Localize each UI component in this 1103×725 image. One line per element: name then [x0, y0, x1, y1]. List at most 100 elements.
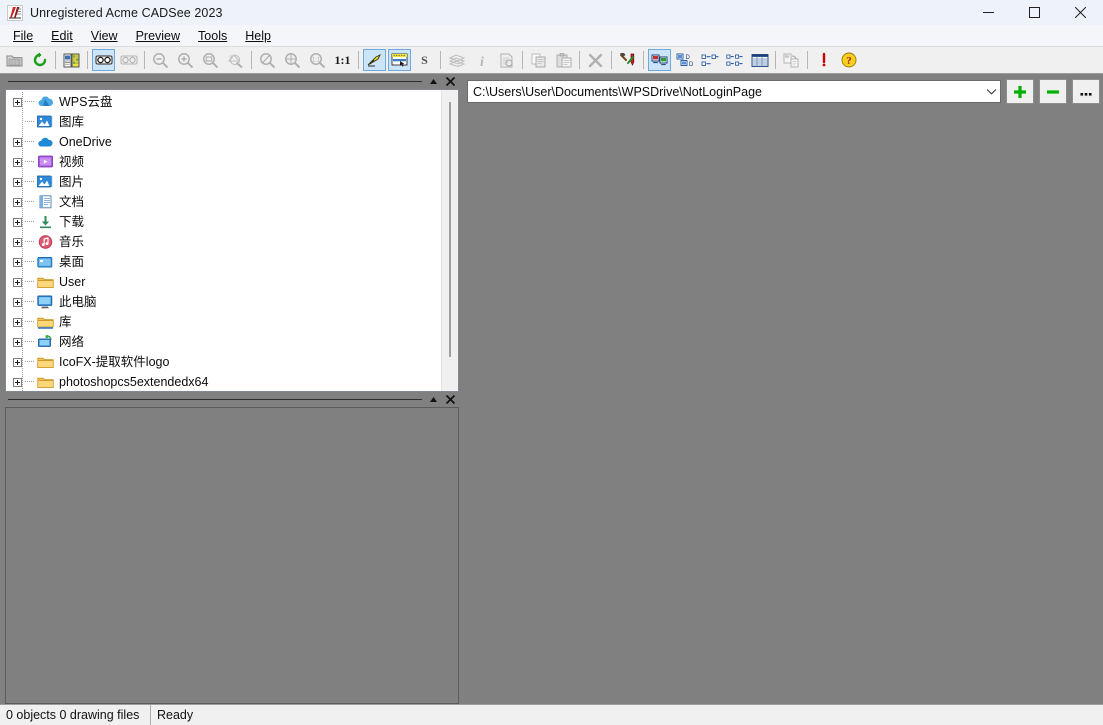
preview-panel-caption[interactable]	[0, 392, 462, 407]
thumbnail-grid-icon[interactable]	[60, 49, 83, 71]
zoom-all-icon[interactable]	[281, 49, 304, 71]
menu-edit[interactable]: Edit	[42, 27, 82, 45]
menu-view[interactable]: View	[82, 27, 127, 45]
info-italic-i-icon[interactable]: i	[470, 49, 493, 71]
close-x-icon[interactable]	[443, 75, 457, 89]
tree-item-music[interactable]: 音乐	[6, 232, 441, 252]
zoom-window-icon[interactable]	[199, 49, 222, 71]
close-x-icon[interactable]	[443, 393, 457, 407]
paste-icon[interactable]	[552, 49, 575, 71]
letter-stack-icon[interactable]: D D	[673, 49, 696, 71]
toolbar-separator	[775, 51, 776, 69]
tree-item-downloads[interactable]: 下载	[6, 212, 441, 232]
pan-hand-icon[interactable]	[363, 49, 386, 71]
tree-item-network[interactable]: 网络	[6, 332, 441, 352]
tree-item-gallery[interactable]: 图库	[6, 112, 441, 132]
tree-connector	[25, 232, 36, 252]
menu-help[interactable]: Help	[236, 27, 280, 45]
one-to-one-icon[interactable]: 1:1	[331, 49, 354, 71]
layers-icon[interactable]	[445, 49, 468, 71]
toolbar-separator	[55, 51, 56, 69]
tree-connector	[25, 132, 36, 152]
add-favorite-button[interactable]	[1006, 79, 1034, 104]
expander-icon[interactable]	[10, 132, 25, 152]
tree-item-desktop[interactable]: 桌面	[6, 252, 441, 272]
tree-item-video[interactable]: 视频	[6, 152, 441, 172]
copy-icon[interactable]	[527, 49, 550, 71]
tree-item-user[interactable]: User	[6, 272, 441, 292]
remove-favorite-button[interactable]	[1039, 79, 1067, 104]
tree-item-library[interactable]: 库	[6, 312, 441, 332]
expander-icon[interactable]	[10, 352, 25, 372]
browse-button[interactable]	[1072, 79, 1100, 104]
expander-icon[interactable]	[10, 372, 25, 391]
tree-connector	[25, 312, 36, 332]
binoculars-icon[interactable]	[92, 49, 115, 71]
file-list-area[interactable]	[467, 105, 1100, 704]
zoom-scale-icon[interactable]: 1:1	[306, 49, 329, 71]
tree-item-documents[interactable]: 文档	[6, 192, 441, 212]
zoom-extents-icon[interactable]	[224, 49, 247, 71]
minus-icon	[1047, 89, 1059, 94]
one-to-one-label: 1:1	[334, 52, 351, 67]
menu-preview[interactable]: Preview	[127, 27, 189, 45]
tree-item-this-pc[interactable]: 此电脑	[6, 292, 441, 312]
binoculars-outline-icon[interactable]	[117, 49, 140, 71]
two-monitors-icon[interactable]	[648, 49, 671, 71]
tree-item-icofx[interactable]: IcoFX-提取软件logo	[6, 352, 441, 372]
small-icons-icon[interactable]	[698, 49, 721, 71]
menu-view-label: View	[90, 28, 118, 43]
tree-item-label: 图片	[59, 175, 85, 189]
collapse-caret-icon[interactable]	[426, 75, 440, 89]
report-grid-icon[interactable]	[748, 49, 771, 71]
collapse-caret-icon[interactable]	[426, 393, 440, 407]
toolbar-separator	[440, 51, 441, 69]
path-input[interactable]: C:\Users\User\Documents\WPSDrive\NotLogi…	[468, 85, 982, 99]
question-help-icon[interactable]: ?	[837, 49, 860, 71]
tree-item-pictures[interactable]: 图片	[6, 172, 441, 192]
expander-icon[interactable]	[10, 332, 25, 352]
minimize-icon[interactable]	[965, 0, 1011, 25]
tree-item-photoshop[interactable]: photoshopcs5extendedx64	[6, 372, 441, 391]
tree-panel-grip[interactable]	[8, 81, 422, 82]
chevron-down-icon[interactable]	[982, 81, 1000, 102]
close-icon[interactable]	[1057, 0, 1103, 25]
expander-icon[interactable]	[10, 312, 25, 332]
expander-icon[interactable]	[10, 252, 25, 272]
snap-s-icon[interactable]: S	[413, 49, 436, 71]
tree-vertical-scrollbar[interactable]	[441, 90, 458, 391]
expander-icon[interactable]	[10, 172, 25, 192]
select-cursor-icon[interactable]	[388, 49, 411, 71]
image-preview-panel[interactable]	[5, 407, 459, 704]
document-properties-icon[interactable]	[495, 49, 518, 71]
expander-icon[interactable]	[10, 232, 25, 252]
list-icon[interactable]	[723, 49, 746, 71]
tree-panel-caption[interactable]	[0, 74, 462, 89]
refresh-button[interactable]	[28, 49, 51, 71]
zoom-in-icon[interactable]	[174, 49, 197, 71]
open-folder-button[interactable]	[3, 49, 26, 71]
expander-icon[interactable]	[10, 292, 25, 312]
zoom-out-icon[interactable]	[149, 49, 172, 71]
tree-item-onedrive[interactable]: OneDrive	[6, 132, 441, 152]
tree-item-label: 文档	[59, 195, 85, 209]
maximize-icon[interactable]	[1011, 0, 1057, 25]
preview-panel-grip[interactable]	[8, 399, 422, 400]
tree-scrollbar-thumb[interactable]	[449, 102, 451, 357]
folder-tree[interactable]: WPS云盘 图库 OneDrive 视频 图片 文档 下载 音乐 桌面 User…	[6, 90, 441, 391]
delete-x-icon[interactable]	[584, 49, 607, 71]
tree-item-label: photoshopcs5extendedx64	[59, 375, 209, 389]
expander-icon[interactable]	[10, 272, 25, 292]
expander-icon[interactable]	[10, 212, 25, 232]
menu-file[interactable]: File	[4, 27, 42, 45]
batch-convert-icon[interactable]	[780, 49, 803, 71]
tree-item-wps-cloud[interactable]: WPS云盘	[6, 92, 441, 112]
expander-icon[interactable]	[10, 92, 25, 112]
expander-icon[interactable]	[10, 152, 25, 172]
path-combobox[interactable]: C:\Users\User\Documents\WPSDrive\NotLogi…	[467, 80, 1001, 103]
zoom-previous-icon[interactable]	[256, 49, 279, 71]
expander-icon[interactable]	[10, 192, 25, 212]
exclamation-icon[interactable]	[812, 49, 835, 71]
menu-tools[interactable]: Tools	[189, 27, 236, 45]
hammer-wrench-icon[interactable]	[616, 49, 639, 71]
